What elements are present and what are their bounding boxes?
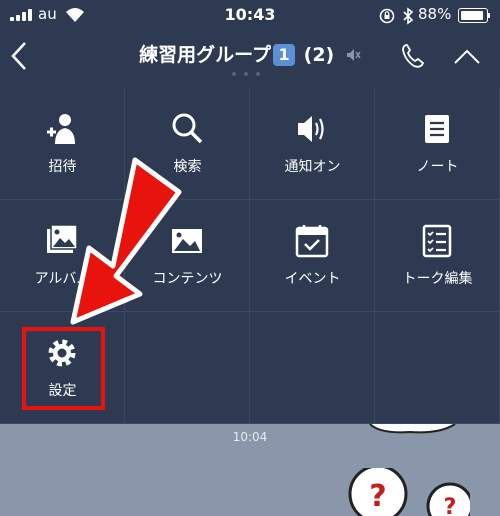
menu-item-label: ノート	[416, 159, 459, 175]
collapse-icon[interactable]	[452, 48, 482, 66]
event-icon	[295, 225, 329, 258]
menu-empty-cell	[250, 312, 375, 424]
menu-item-label: 検索	[173, 159, 202, 175]
note-icon	[425, 115, 449, 143]
menu-item-label: 招待	[48, 159, 77, 175]
menu-item-contents[interactable]: コンテンツ	[125, 200, 250, 312]
menu-empty-cell	[375, 312, 500, 424]
mute-icon	[346, 49, 361, 61]
menu-item-album[interactable]: アルバム	[0, 200, 125, 312]
svg-text:?: ?	[369, 479, 386, 514]
chat-area[interactable]: 10:04 ? ?	[0, 424, 500, 516]
menu-item-notifications[interactable]: 通知オン	[250, 88, 375, 200]
chat-header: 練習用グループ 1 (2)	[0, 32, 500, 88]
status-bar: au 10:43 88%	[0, 0, 500, 32]
menu-item-label: イベント	[284, 271, 341, 287]
battery-percent: 88%	[418, 5, 452, 23]
invite-icon	[47, 114, 75, 144]
menu-empty-cell	[125, 312, 250, 424]
album-icon	[47, 224, 78, 253]
menu-item-label: トーク編集	[402, 271, 473, 287]
menu-item-talk-edit[interactable]: トーク編集	[375, 200, 500, 312]
rotation-lock-icon	[379, 8, 395, 24]
menu-item-label: コンテンツ	[152, 271, 223, 287]
contents-icon	[172, 229, 202, 253]
question-sticker[interactable]: ? ?	[346, 468, 470, 516]
menu-item-search[interactable]: 検索	[125, 88, 250, 200]
menu-item-event[interactable]: イベント	[250, 200, 375, 312]
search-icon	[172, 113, 203, 144]
menu-item-invite[interactable]: 招待	[0, 88, 125, 200]
member-count: (2)	[303, 44, 335, 66]
settings-highlight-box	[22, 327, 105, 410]
talk-edit-icon	[422, 224, 452, 258]
battery-icon	[458, 8, 490, 23]
menu-item-label: アルバム	[34, 271, 91, 287]
phone-icon[interactable]	[400, 42, 428, 70]
menu-item-note[interactable]: ノート	[375, 88, 500, 200]
sticker-fragment	[369, 424, 456, 434]
svg-text:?: ?	[444, 495, 457, 516]
group-name: 練習用グループ	[139, 44, 272, 66]
menu-item-label: 通知オン	[284, 159, 341, 175]
group-number-badge: 1	[273, 44, 296, 66]
bluetooth-icon	[403, 7, 414, 25]
speaker-icon	[298, 116, 324, 142]
pager-dots	[232, 72, 268, 76]
